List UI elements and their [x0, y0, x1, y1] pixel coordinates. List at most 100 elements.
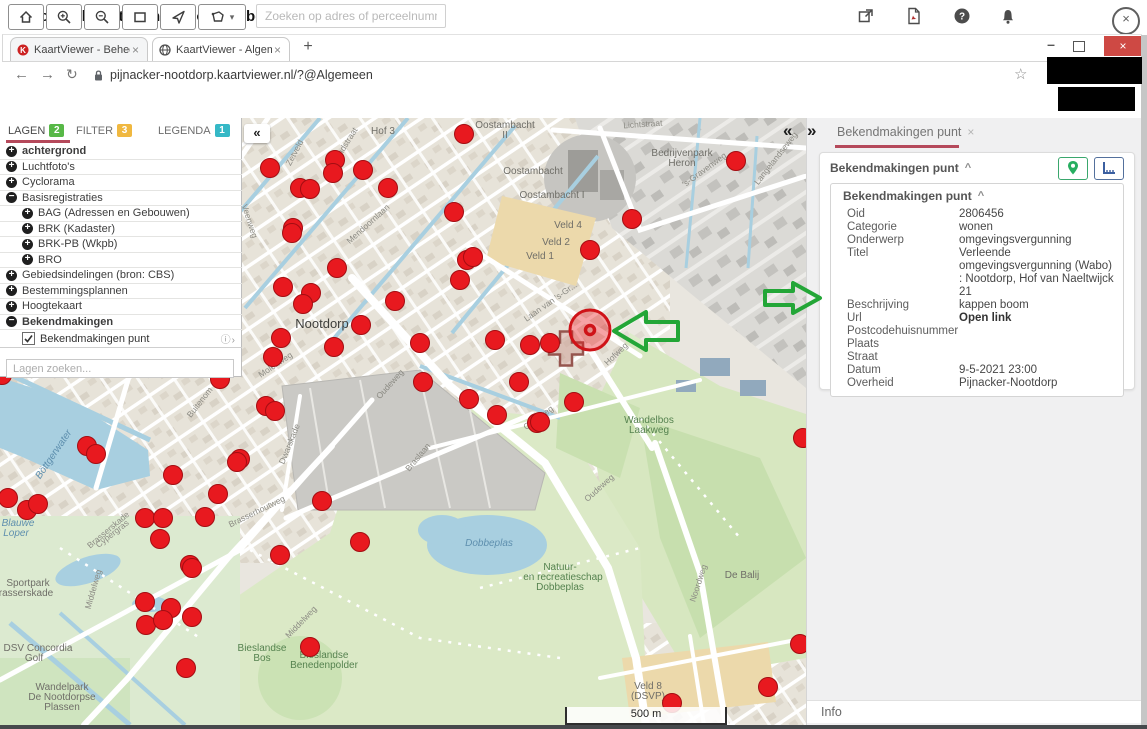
- bekendmaking-point[interactable]: [531, 413, 550, 432]
- panel-tab-bekendmakingen-punt[interactable]: Bekendmakingen punt×: [837, 125, 974, 139]
- bekendmaking-point[interactable]: [154, 509, 173, 528]
- layer-group-bestemmingsplannen[interactable]: Bestemmingsplannen: [0, 284, 242, 300]
- tab-legenda[interactable]: LEGENDA 1: [158, 124, 230, 137]
- new-tab-button[interactable]: +: [298, 38, 318, 56]
- layer-options-icon[interactable]: ⓘ›: [221, 331, 236, 346]
- bekendmaking-point[interactable]: [759, 678, 778, 697]
- bekendmaking-point[interactable]: [623, 210, 642, 229]
- layer-checkbox[interactable]: [22, 332, 35, 345]
- bekendmaking-point[interactable]: [164, 466, 183, 485]
- forward-icon[interactable]: →: [40, 66, 55, 83]
- bekendmaking-point[interactable]: [451, 271, 470, 290]
- selected-point-marker[interactable]: [570, 310, 610, 350]
- layer-group-gebiedsindelingen[interactable]: Gebiedsindelingen (bron: CBS): [0, 268, 242, 284]
- browser-tab-kaartviewer-algemeen[interactable]: KaartViewer - Algemeen ×: [152, 37, 290, 61]
- layer-group-hoogtekaart[interactable]: Hoogtekaart: [0, 299, 242, 315]
- bekendmaking-point[interactable]: [154, 611, 173, 630]
- bekendmaking-point[interactable]: [271, 546, 290, 565]
- expand-icon[interactable]: [22, 208, 33, 219]
- home-button[interactable]: [8, 4, 44, 30]
- bekendmaking-point[interactable]: [414, 373, 433, 392]
- zoom-to-feature-button[interactable]: [1058, 157, 1088, 180]
- bekendmaking-point[interactable]: [521, 336, 540, 355]
- zoom-out-button[interactable]: [84, 4, 120, 30]
- bekendmaking-point[interactable]: [328, 259, 347, 278]
- back-icon[interactable]: ←: [14, 66, 29, 83]
- bookmark-star-icon[interactable]: ☆: [1014, 65, 1027, 83]
- layer-group-bekendmakingen[interactable]: Bekendmakingen: [0, 315, 242, 331]
- layer-group-luchtfotos[interactable]: Luchtfoto's: [0, 160, 242, 176]
- layer-item-bekendmakingen-punt[interactable]: Bekendmakingen punt ⓘ›: [0, 330, 242, 348]
- bekendmaking-point[interactable]: [177, 659, 196, 678]
- bekendmaking-point[interactable]: [29, 495, 48, 514]
- layer-group-bro[interactable]: BRO: [0, 253, 242, 269]
- url-text[interactable]: pijnacker-nootdorp.kaartviewer.nl/?@Alge…: [110, 68, 373, 82]
- export-pdf-button[interactable]: [904, 6, 924, 26]
- window-close-button[interactable]: ×: [1104, 36, 1142, 56]
- expand-icon[interactable]: [6, 285, 17, 296]
- layer-group-bag[interactable]: BAG (Adressen en Gebouwen): [0, 206, 242, 222]
- expand-icon[interactable]: [6, 270, 17, 281]
- layer-search-input[interactable]: [6, 359, 234, 378]
- bekendmaking-point[interactable]: [87, 445, 106, 464]
- bekendmaking-point[interactable]: [209, 485, 228, 504]
- bekendmaking-point[interactable]: [261, 159, 280, 178]
- feature-card-header[interactable]: Bekendmakingen punt ^: [820, 153, 1134, 183]
- bekendmaking-point[interactable]: [460, 390, 479, 409]
- bekendmaking-point[interactable]: [565, 393, 584, 412]
- expand-icon[interactable]: [6, 146, 17, 157]
- bekendmaking-point[interactable]: [581, 241, 600, 260]
- sidebar-collapse-button[interactable]: «: [244, 124, 270, 143]
- bekendmaking-point[interactable]: [324, 164, 343, 183]
- expand-icon[interactable]: [6, 177, 17, 188]
- select-polygon-button[interactable]: ▾: [198, 4, 246, 30]
- bekendmaking-point[interactable]: [486, 331, 505, 350]
- expand-icon[interactable]: [6, 161, 17, 172]
- expand-icon[interactable]: [22, 239, 33, 250]
- viewer-close-icon[interactable]: ×: [1112, 7, 1140, 35]
- layer-group-basisregistraties[interactable]: Basisregistraties: [0, 191, 242, 207]
- attributes-card-header[interactable]: Bekendmakingen punt ^: [831, 184, 1123, 208]
- bekendmaking-point[interactable]: [151, 530, 170, 549]
- bekendmaking-point[interactable]: [541, 334, 560, 353]
- bekendmaking-point[interactable]: [137, 616, 156, 635]
- notifications-button[interactable]: [998, 6, 1018, 26]
- bekendmaking-point[interactable]: [274, 278, 293, 297]
- bekendmaking-point[interactable]: [455, 125, 474, 144]
- open-link[interactable]: Open link: [959, 312, 1123, 325]
- panel-expand-button[interactable]: «: [783, 121, 792, 141]
- bekendmaking-point[interactable]: [136, 593, 155, 612]
- panel-collapse-button[interactable]: »: [807, 121, 816, 141]
- panel-tab-close-icon[interactable]: ×: [967, 125, 974, 139]
- tab-filter[interactable]: FILTER 3: [76, 124, 132, 137]
- bekendmaking-point[interactable]: [727, 152, 746, 171]
- help-button[interactable]: ?: [952, 6, 972, 26]
- bekendmaking-point[interactable]: [301, 638, 320, 657]
- bekendmaking-point[interactable]: [313, 492, 332, 511]
- layer-group-brk[interactable]: BRK (Kadaster): [0, 222, 242, 238]
- bekendmaking-point[interactable]: [351, 533, 370, 552]
- expand-icon[interactable]: [6, 301, 17, 312]
- bekendmaking-point[interactable]: [352, 316, 371, 335]
- bekendmaking-point[interactable]: [488, 406, 507, 425]
- bekendmaking-point[interactable]: [0, 489, 18, 508]
- zoom-in-button[interactable]: [46, 4, 82, 30]
- bekendmaking-point[interactable]: [411, 334, 430, 353]
- bekendmaking-point[interactable]: [325, 338, 344, 357]
- window-maximize-button[interactable]: [1073, 41, 1085, 52]
- tab-close-icon[interactable]: ×: [272, 43, 283, 57]
- bekendmaking-point[interactable]: [294, 295, 313, 314]
- collapse-icon[interactable]: [6, 192, 17, 203]
- map-search-input[interactable]: [256, 4, 446, 28]
- bekendmaking-point[interactable]: [266, 402, 285, 421]
- bekendmaking-point[interactable]: [354, 161, 373, 180]
- bekendmaking-point[interactable]: [196, 508, 215, 527]
- bekendmaking-point[interactable]: [386, 292, 405, 311]
- locate-button[interactable]: [160, 4, 196, 30]
- expand-icon[interactable]: [22, 254, 33, 265]
- tab-lagen[interactable]: LAGEN 2: [8, 124, 64, 137]
- layer-group-achtergrond[interactable]: achtergrond: [0, 144, 242, 160]
- bekendmaking-point[interactable]: [283, 224, 302, 243]
- zoom-rectangle-button[interactable]: [122, 4, 158, 30]
- bekendmaking-point[interactable]: [379, 179, 398, 198]
